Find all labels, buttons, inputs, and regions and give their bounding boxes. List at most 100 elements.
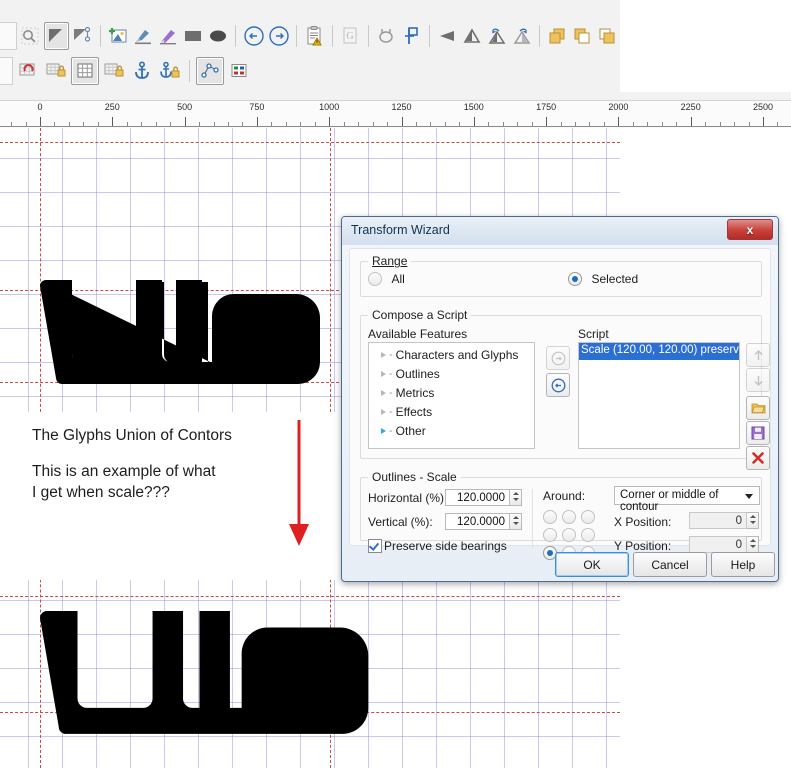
feature-tree-item[interactable]: - Outlines <box>369 366 534 382</box>
grid-show-icon[interactable] <box>71 57 99 85</box>
available-features-list[interactable]: - Characters and Glyphs - Outlines - Metrics -… <box>368 342 535 449</box>
chevron-right-icon[interactable] <box>381 352 386 358</box>
annotation-line-1: The Glyphs Union of Contors <box>32 427 232 444</box>
horizontal-ruler[interactable]: 0250500750100012501500175020002250250027… <box>0 100 791 130</box>
ruler-tick-minor <box>777 122 779 126</box>
move-down-button[interactable] <box>746 368 770 392</box>
around-anchor-1[interactable] <box>562 510 576 524</box>
radio-range-selected-label: Selected <box>591 271 639 286</box>
glyph-scaled-result[interactable] <box>40 611 380 741</box>
horizontal-input[interactable]: 120.0000 <box>445 489 510 506</box>
anchor-lock-icon[interactable] <box>157 58 183 84</box>
toolbar-row-tools: G <box>0 20 620 52</box>
vertical-input[interactable]: 120.0000 <box>445 513 510 530</box>
knife-icon[interactable] <box>71 23 94 49</box>
radio-range-all[interactable]: All <box>368 270 405 288</box>
triangle-rotate-right-icon[interactable] <box>510 23 533 49</box>
ruler-tick-minor <box>141 122 143 126</box>
vertical-stepper[interactable] <box>510 513 522 530</box>
toolbar-separator <box>331 25 333 47</box>
move-up-button[interactable] <box>746 343 770 367</box>
guides-lock-icon[interactable] <box>101 58 127 84</box>
annotation-line-2: This is an example of what <box>32 463 216 480</box>
brush-icon[interactable] <box>132 23 155 49</box>
zoom-icon[interactable] <box>19 23 42 49</box>
dialog-title: Transform Wizard <box>351 223 450 237</box>
open-script-button[interactable] <box>746 396 770 420</box>
feature-tree-item[interactable]: - Metrics <box>369 385 534 401</box>
ruler-tick-minor <box>54 122 56 126</box>
layers-middle-icon[interactable] <box>571 23 594 49</box>
add-to-script-button[interactable] <box>546 346 570 370</box>
loop-icon[interactable] <box>375 23 398 49</box>
dialog-titlebar[interactable]: Transform Wizard x <box>342 217 778 245</box>
ruler-tick-minor <box>387 122 389 126</box>
chevron-right-icon[interactable] <box>381 428 386 434</box>
ruler-tick-minor <box>589 122 591 126</box>
layers-front-icon[interactable] <box>546 23 569 49</box>
ruler-tick-minor <box>300 122 302 126</box>
delete-script-button[interactable] <box>746 446 770 470</box>
red-down-arrow <box>285 420 313 553</box>
anchor-icon[interactable] <box>129 58 155 84</box>
toolbar-separator <box>235 25 237 47</box>
select-arrow-icon[interactable] <box>43 22 69 50</box>
chevron-right-icon[interactable] <box>381 390 386 396</box>
script-list-item[interactable]: Scale (120.00, 120.00) preserve bearin <box>579 343 739 360</box>
arrow-left-circle-icon[interactable] <box>242 23 265 49</box>
ruler-tick-minor <box>430 122 432 126</box>
rectangle-icon[interactable] <box>182 23 205 49</box>
x-position-input[interactable]: 0 <box>689 512 747 529</box>
toolbar-separator <box>296 25 297 47</box>
around-mode-select[interactable]: Corner or middle of contour <box>614 486 760 513</box>
around-anchor-2[interactable] <box>581 510 595 524</box>
ruler-tick-minor <box>155 122 157 126</box>
ruler-tick-major <box>329 117 331 126</box>
annotation-body: This is an example of what I get when sc… <box>32 461 216 503</box>
ellipse-icon[interactable] <box>206 23 229 49</box>
slant-left-icon[interactable] <box>435 23 458 49</box>
clipboard-warning-icon[interactable] <box>303 23 326 49</box>
flag-icon[interactable] <box>400 23 423 49</box>
feature-tree-item-label: Metrics <box>395 386 435 400</box>
around-anchor-4[interactable] <box>562 528 576 542</box>
radio-range-selected[interactable]: Selected <box>568 270 638 288</box>
radio-range-all-control[interactable] <box>368 271 382 286</box>
around-anchor-5[interactable] <box>581 528 595 542</box>
image-add-icon[interactable] <box>107 23 130 49</box>
ruler-tick-minor <box>358 122 360 126</box>
layers-back-icon[interactable] <box>596 23 619 49</box>
feature-tree-item[interactable]: - Effects <box>369 404 534 420</box>
around-anchor-3[interactable] <box>543 528 557 542</box>
save-script-button[interactable] <box>746 421 770 445</box>
grid-lock-icon[interactable] <box>43 58 69 84</box>
ruler-label: 0 <box>37 102 43 112</box>
around-anchor-0[interactable] <box>543 510 557 524</box>
annotation-line-3: I get when scale??? <box>32 484 170 501</box>
nodes-icon[interactable] <box>196 57 224 85</box>
arrow-right-circle-icon[interactable] <box>267 23 290 49</box>
glyph-g-icon[interactable]: G <box>339 23 362 49</box>
color-matrix-icon[interactable] <box>226 58 252 84</box>
close-icon[interactable]: x <box>727 219 773 240</box>
dialog-footer: OK Cancel Help <box>342 547 778 581</box>
x-position-stepper[interactable] <box>747 512 759 529</box>
chevron-right-icon[interactable] <box>381 409 386 415</box>
triangle-icon[interactable] <box>460 23 483 49</box>
pencil-icon[interactable] <box>157 23 180 49</box>
magnet-grid-icon[interactable] <box>15 58 41 84</box>
horizontal-stepper[interactable] <box>510 489 522 506</box>
feature-tree-item[interactable]: - Characters and Glyphs <box>369 347 534 363</box>
cancel-button[interactable]: Cancel <box>633 552 707 577</box>
help-button[interactable]: Help <box>711 552 775 577</box>
script-list[interactable]: Scale (120.00, 120.00) preserve bearin <box>578 342 740 449</box>
radio-range-selected-control[interactable] <box>568 271 582 286</box>
ruler-tick-minor <box>415 122 417 126</box>
glyph-original[interactable] <box>40 280 330 390</box>
ok-button[interactable]: OK <box>555 552 629 577</box>
chevron-right-icon[interactable] <box>381 371 386 377</box>
feature-tree-item[interactable]: - Other <box>369 423 534 439</box>
outlines-scale-legend: Outlines - Scale <box>368 470 461 484</box>
remove-from-script-button[interactable] <box>546 373 570 397</box>
triangle-rotate-left-icon[interactable] <box>485 23 508 49</box>
